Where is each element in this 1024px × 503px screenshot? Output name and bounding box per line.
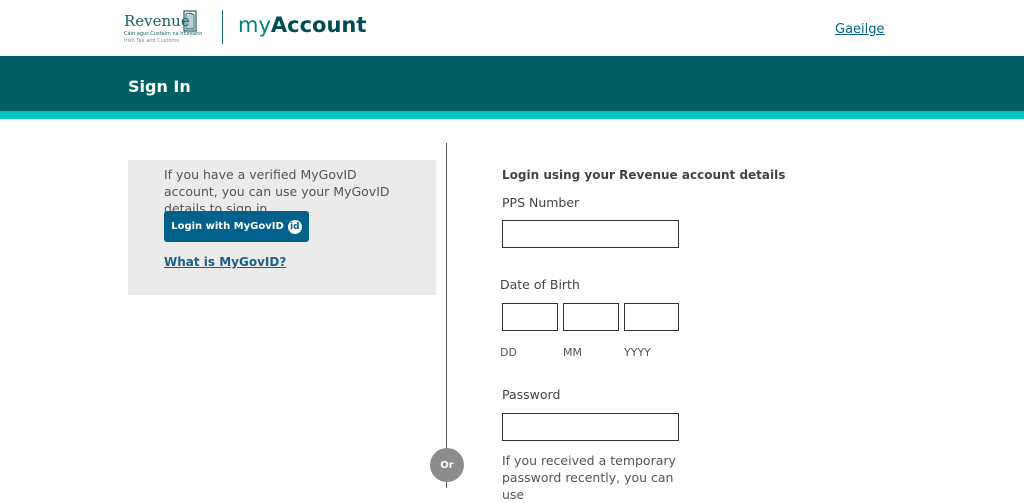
login-mygovid-label: Login with MyGovID [171, 221, 284, 232]
brand-account: Account [270, 13, 367, 37]
dob-month-hint: MM [563, 346, 582, 359]
temporary-password-help: If you received a temporary password rec… [502, 453, 676, 502]
page-title: Sign In [128, 77, 191, 96]
mygovid-panel: If you have a verified MyGovID account, … [128, 160, 436, 295]
what-is-mygovid-link[interactable]: What is MyGovID? [164, 255, 286, 269]
or-divider-line [446, 143, 447, 488]
harp-icon [183, 10, 197, 32]
header-divider [222, 10, 223, 44]
mygovid-id-icon: id [287, 219, 302, 234]
language-link[interactable]: Gaeilge [835, 22, 885, 37]
pps-label: PPS Number [502, 195, 580, 210]
dob-month-input[interactable] [563, 303, 619, 331]
myaccount-brand: myAccount [238, 13, 366, 37]
dob-day-input[interactable] [502, 303, 558, 331]
revenue-logo[interactable]: Revenue Cáin agus Custaim na hÉireann Ir… [124, 8, 204, 48]
dob-year-input[interactable] [624, 303, 679, 331]
page-banner: Sign In [0, 56, 1024, 111]
accent-stripe [0, 111, 1024, 119]
logo-subtitle-irish: Cáin agus Custaim na hÉireann [124, 31, 203, 37]
logo-subtitle-english: Irish Tax and Customs [124, 38, 179, 44]
brand-my: my [238, 13, 271, 37]
login-mygovid-button[interactable]: Login with MyGovID id [164, 211, 309, 242]
site-header: Revenue Cáin agus Custaim na hÉireann Ir… [0, 0, 1024, 56]
dob-year-hint: YYYY [624, 346, 651, 359]
password-input[interactable] [502, 413, 679, 441]
mygovid-description: If you have a verified MyGovID account, … [164, 167, 390, 216]
or-badge: Or [430, 448, 464, 482]
dob-day-hint: DD [500, 346, 517, 359]
dob-label: Date of Birth [500, 277, 580, 292]
logo-wordmark: Revenue [124, 12, 190, 30]
password-label: Password [502, 387, 561, 402]
form-heading: Login using your Revenue account details [502, 168, 786, 182]
pps-number-input[interactable] [502, 220, 679, 248]
